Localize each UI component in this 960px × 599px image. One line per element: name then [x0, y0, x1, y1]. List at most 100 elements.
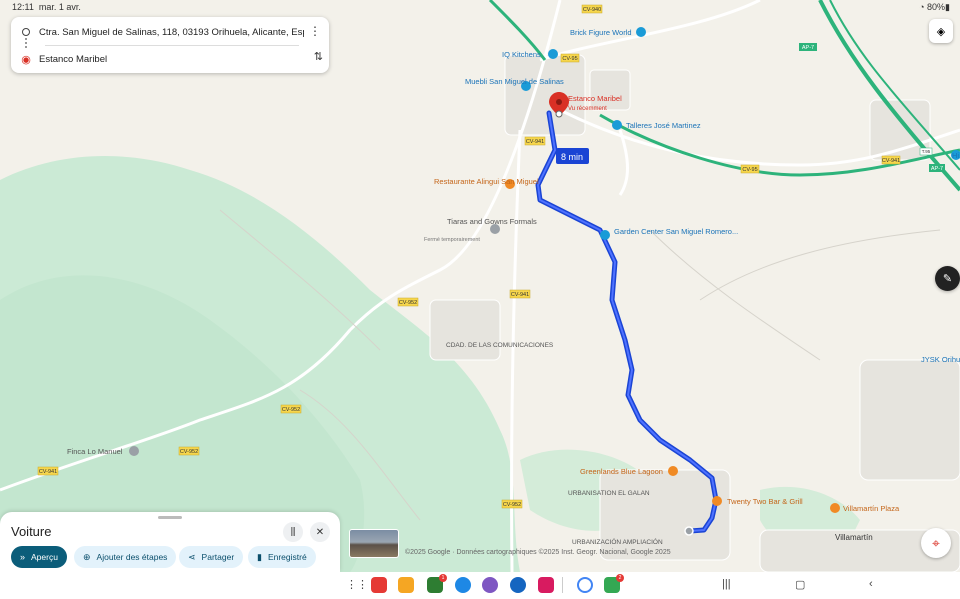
place-label: Garden Center San Miguel Romero... — [614, 227, 738, 236]
svg-text:CV-952: CV-952 — [503, 502, 521, 508]
app-icon[interactable] — [510, 577, 526, 593]
place-label: Talleres José Martinez — [626, 121, 701, 130]
close-icon: ✕ — [315, 526, 325, 538]
save-button[interactable]: ▮ Enregistré — [248, 546, 316, 568]
overview-button[interactable]: » Aperçu — [11, 546, 67, 568]
road-label: CV-952 — [280, 404, 302, 414]
place-label: Finca Lo Manuel — [67, 447, 123, 456]
share-icon: ⋖ — [188, 551, 196, 562]
road-label: CV-952 — [397, 297, 419, 307]
location-pin-icon: ◉ — [21, 53, 31, 66]
duration-label: 8 min — [561, 152, 583, 162]
road-label: CV-952 — [178, 446, 200, 456]
place-label: Tiaras and Gowns Formals — [447, 217, 537, 226]
dock-divider — [562, 577, 563, 593]
origin-row[interactable]: Ctra. San Miguel de Salinas, 118, 03193 … — [11, 19, 329, 45]
app-icon[interactable] — [371, 577, 387, 593]
destination-row[interactable]: ◉ Estanco Maribel — [11, 46, 329, 72]
place-label: Greenlands Blue Lagoon — [580, 467, 663, 476]
svg-text:CV-952: CV-952 — [180, 449, 198, 455]
dest-label: Estanco Maribel — [568, 94, 622, 103]
layers-button[interactable]: ◈ — [929, 19, 953, 43]
svg-text:CV-941: CV-941 — [526, 139, 544, 145]
edit-button[interactable]: ✎ — [935, 266, 960, 291]
recent-apps-icon[interactable]: ||| — [722, 578, 731, 590]
place-label: Restaurante Alingui San Miguel — [434, 177, 539, 186]
filters-icon: ⫼ — [290, 526, 296, 538]
road-label: T.95 — [919, 147, 933, 156]
road-label: AP-7 — [929, 164, 945, 172]
road-label: CV-95 — [560, 53, 580, 63]
back-icon[interactable]: ‹ — [869, 578, 873, 590]
system-navbar — [0, 572, 960, 599]
svg-text:CV-941: CV-941 — [511, 292, 529, 298]
battery-icon: ▮ — [945, 2, 950, 12]
map-attribution: ©2025 Google · Données cartographiques ©… — [405, 549, 671, 556]
battery-level: 80% — [927, 2, 946, 12]
my-location-button[interactable]: ⌖ — [921, 528, 951, 558]
road-label: CV-941 — [881, 155, 901, 165]
share-button[interactable]: ⋖ Partager — [179, 546, 244, 568]
bookmark-icon: ▮ — [257, 551, 262, 562]
place-label: Villamartín — [835, 533, 873, 542]
place-label: Muebli San Miguel de Salinas — [465, 77, 564, 86]
origin-circle-icon — [22, 28, 30, 36]
svg-text:AP-7: AP-7 — [802, 45, 814, 51]
app-icon[interactable] — [455, 577, 471, 593]
more-options-icon[interactable]: ⋮ — [309, 24, 321, 38]
pencil-icon: ✎ — [942, 273, 953, 285]
place-label: URBANISATION EL GALAN — [568, 490, 650, 497]
svg-text:T.95: T.95 — [922, 149, 931, 154]
chevrons-icon: » — [20, 552, 26, 562]
svg-text:CV-95: CV-95 — [742, 167, 757, 173]
layers-icon: ◈ — [936, 25, 946, 38]
status-bar: 12:11 mar. 1 avr. ◔ 80%▮ — [0, 0, 960, 14]
place-label: JYSK Orihu — [921, 355, 960, 364]
place-label: IQ Kitchens — [502, 50, 541, 59]
wifi-icon: ◔ — [919, 2, 925, 12]
svg-text:CV-941: CV-941 — [39, 469, 57, 475]
add-stops-button[interactable]: ⊕ Ajouter des étapes — [74, 546, 177, 568]
google-icon[interactable] — [577, 577, 593, 593]
status-date: mar. 1 avr. — [38, 2, 81, 12]
road-label: CV-95 — [740, 164, 760, 174]
map-canvas[interactable]: 8 min CV-940 CV-95 CV-941 CV-941 CV-95 A… — [0, 0, 960, 599]
route-card: Ctra. San Miguel de Salinas, 118, 03193 … — [11, 17, 329, 73]
svg-text:AP-7: AP-7 — [931, 166, 943, 172]
status-time: 12:11 — [12, 2, 34, 12]
street-view-thumbnail[interactable] — [349, 529, 399, 558]
home-icon[interactable]: ▢ — [795, 578, 805, 591]
place-label: Fermé temporairement — [424, 237, 480, 243]
svg-text:CV-952: CV-952 — [399, 300, 417, 306]
road-label: AP-7 — [799, 43, 817, 51]
swap-icon[interactable]: ⇅ — [314, 50, 323, 63]
filters-button[interactable]: ⫼ — [283, 522, 303, 542]
road-label: CV-941 — [37, 466, 59, 476]
place-label: Villamartín Plaza — [843, 504, 900, 513]
add-stop-icon: ⊕ — [83, 551, 91, 562]
app-icon[interactable] — [398, 577, 414, 593]
destination-field[interactable]: Estanco Maribel — [39, 54, 304, 65]
road-label: CV-952 — [501, 499, 523, 509]
app-icon[interactable] — [482, 577, 498, 593]
drag-handle[interactable] — [158, 516, 182, 519]
svg-text:CV-952: CV-952 — [282, 407, 300, 413]
place-label: Brick Figure World — [570, 28, 632, 37]
place-label: Hi — [952, 151, 959, 160]
svg-text:CV-95: CV-95 — [562, 56, 577, 62]
travel-mode-title: Voiture — [11, 524, 52, 539]
place-label: Twenty Two Bar & Grill — [727, 497, 803, 506]
directions-sheet: Voiture ⫼ ✕ » Aperçu ⊕ Ajouter des étapes … — [0, 512, 340, 572]
app-drawer-icon[interactable]: ⋮⋮ — [346, 578, 368, 591]
road-label: CV-941 — [509, 289, 531, 299]
road-label: CV-941 — [524, 136, 546, 146]
app-icon[interactable] — [538, 577, 554, 593]
origin-marker — [684, 526, 694, 536]
place-label: CDAD. DE LAS COMUNICACIONES — [446, 342, 554, 349]
place-label: URBANIZACIÓN AMPLIACIÓN — [572, 537, 663, 546]
origin-field[interactable]: Ctra. San Miguel de Salinas, 118, 03193 … — [39, 27, 304, 38]
my-location-icon: ⌖ — [932, 534, 940, 551]
svg-text:CV-941: CV-941 — [882, 158, 900, 164]
close-button[interactable]: ✕ — [310, 522, 330, 542]
notification-badge: 2 — [616, 574, 624, 582]
